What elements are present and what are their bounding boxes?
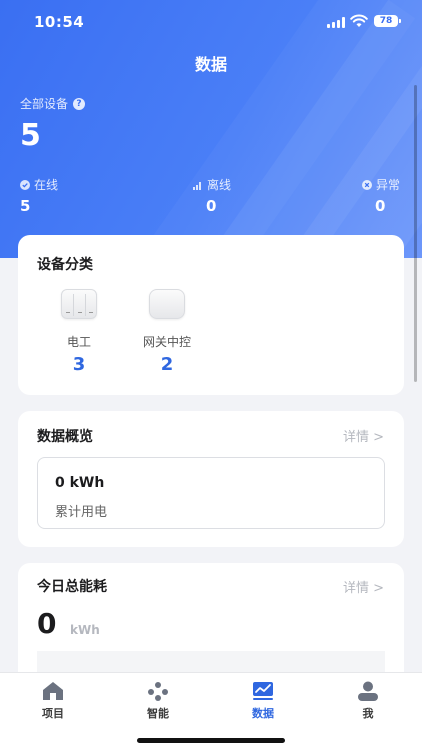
cumulative-power-label: 累计用电 [55,505,108,520]
error-circle-icon [362,179,372,190]
offline-value: 0 [206,197,217,215]
status-bar: 10:54 78 [0,0,422,44]
battery-icon: 78 [374,15,401,27]
category-count: 3 [72,354,86,375]
check-circle-icon [20,179,30,190]
today-energy-unit: kWh [70,623,100,637]
gateway-icon [149,289,185,319]
status-time: 10:54 [34,13,85,31]
tab-label: 我 [362,707,374,720]
all-devices-count: 5 [20,118,41,153]
offline-label: 离线 [207,178,232,192]
online-value: 5 [20,197,31,215]
offline-stat: 离线 0 [193,176,231,215]
category-title: 设备分类 [37,257,93,273]
wifi-icon [350,14,368,27]
tab-me[interactable]: 我 [333,681,403,721]
category-count: 2 [160,354,174,375]
abnormal-stat: 异常 0 [362,176,400,215]
chart-icon [253,682,273,700]
category-electrician[interactable]: 电工 3 [39,289,119,375]
user-icon [358,681,378,701]
category-name: 电工 [66,335,91,349]
category-name: 网关中控 [142,335,191,349]
tab-project[interactable]: 项目 [18,681,88,721]
tab-label: 数据 [252,707,274,720]
overview-title: 数据概览 [37,429,93,445]
signal-bars-icon [193,181,201,190]
online-label: 在线 [34,178,59,192]
overview-detail-link[interactable]: 详情 > [343,426,384,445]
all-devices-label: 全部设备 ? [20,95,86,112]
cellular-signal-icon [327,17,345,28]
today-title: 今日总能耗 [37,579,107,595]
cumulative-power-value: 0 kWh [55,475,105,491]
cumulative-power-box[interactable]: 0 kWh 累计用电 [37,457,385,529]
help-icon[interactable]: ? [73,97,86,110]
abnormal-label: 异常 [376,178,401,192]
page-title: 数据 [194,55,227,74]
home-icon [43,682,63,700]
abnormal-value: 0 [375,197,386,215]
tab-smart[interactable]: 智能 [123,681,193,721]
scrollbar[interactable] [414,85,417,382]
today-energy-value: 0 [37,607,57,640]
device-category-card: 设备分类 电工 3 网关中控 2 [18,235,404,395]
online-stat: 在线 5 [20,176,58,215]
switch-panel-icon [61,289,97,319]
tab-data[interactable]: 数据 [228,681,298,721]
smart-icon [148,682,168,701]
tab-label: 项目 [42,707,64,720]
data-overview-card: 数据概览 详情 > 0 kWh 累计用电 [18,411,404,547]
tab-label: 智能 [147,707,169,720]
home-indicator[interactable] [137,738,285,743]
today-detail-link[interactable]: 详情 > [343,577,384,596]
category-gateway[interactable]: 网关中控 2 [127,289,207,375]
